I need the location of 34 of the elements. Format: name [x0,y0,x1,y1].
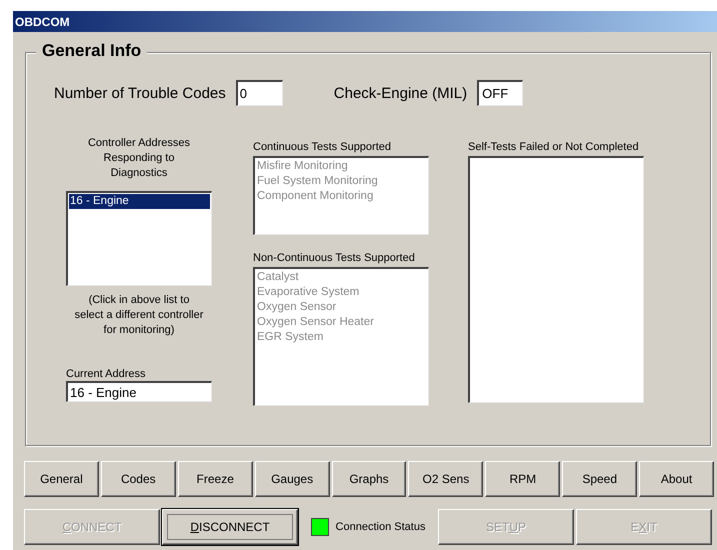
hint-text: (Click in above list to select a different controller for monitoring) [74,293,204,338]
field-label: Current Address [66,368,146,381]
field-label: Number of Trouble Codes [54,86,226,100]
list-item: Catalyst [256,270,300,285]
list-item[interactable]: 16 - Engine [69,194,210,209]
page-button[interactable]: Freeze [178,461,253,497]
list-item: Evaporative System [256,285,360,300]
list-item: Oxygen Sensor [256,300,338,315]
trouble-codes-field[interactable]: 0 [236,80,283,106]
current-address-field[interactable]: 16 - Engine [66,381,212,402]
list-heading: Non-Continuous Tests Supported [253,252,416,265]
list-item: EGR System [256,330,324,345]
field-label: Check-Engine (MIL) [334,86,468,100]
list-heading: Controller Addresses Responding to Diagnostics [86,136,192,181]
page-button[interactable]: Gauges [254,461,330,497]
list-item: Fuel System Monitoring [256,174,379,189]
list-item: Misfire Monitoring [256,159,349,174]
status-label: Connection Status [336,520,426,534]
list-item: Oxygen Sensor Heater [256,315,375,330]
page-button[interactable]: General [24,461,99,497]
page-button[interactable]: About [639,461,714,497]
self-tests-list[interactable] [468,156,644,403]
action-button[interactable]: DISCONNECT [162,509,298,545]
list-item: Component Monitoring [256,189,374,204]
page-button[interactable]: Graphs [332,461,406,497]
page-button[interactable]: O2 Sens [408,461,484,497]
list-heading: Self-Tests Failed or Not Completed [468,141,640,154]
controller-list[interactable]: 16 - Engine [66,191,212,286]
page-button[interactable]: RPM [485,461,560,497]
page-button[interactable]: Codes [100,461,176,497]
mil-field[interactable]: OFF [477,80,524,106]
window-title: OBDCOM [13,11,717,32]
page-button[interactable]: Speed [562,461,638,497]
list-heading: Continuous Tests Supported [253,141,392,154]
